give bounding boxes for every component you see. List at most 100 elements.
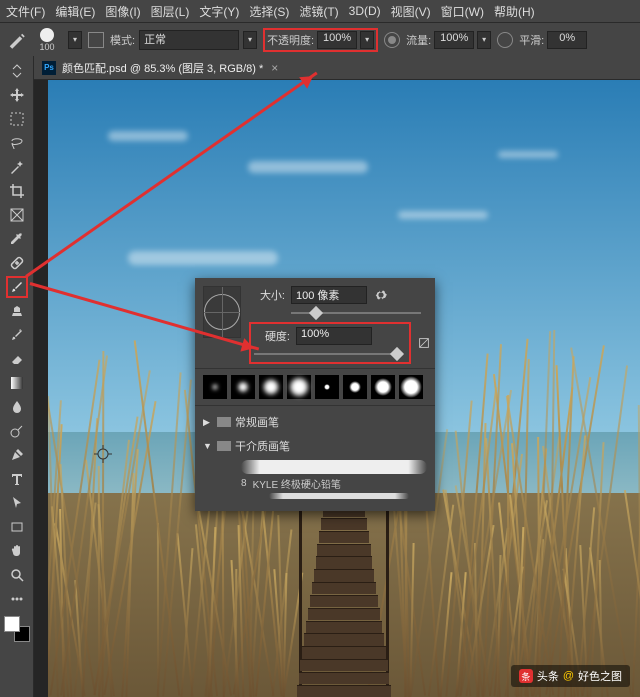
- flow-dropdown[interactable]: ▾: [477, 31, 491, 49]
- gear-icon[interactable]: [373, 287, 389, 303]
- menu-edit[interactable]: 编辑(E): [55, 3, 95, 20]
- watermark: 条 头条 @ 好色之图: [511, 665, 630, 687]
- preset-thumb[interactable]: [287, 375, 311, 399]
- flow-input[interactable]: 100%: [434, 31, 474, 49]
- preset-thumb[interactable]: [399, 375, 423, 399]
- menu-window[interactable]: 窗口(W): [441, 3, 484, 20]
- tool-doublearrow-icon[interactable]: [6, 60, 28, 82]
- brush-preset-picker[interactable]: 100: [32, 25, 62, 55]
- brush-hardness-slider[interactable]: [254, 349, 404, 359]
- chevron-right-icon: ▶: [203, 417, 213, 428]
- brush-settings-icon[interactable]: [88, 32, 104, 48]
- tool-marquee[interactable]: [6, 108, 28, 130]
- tool-history-brush[interactable]: [6, 324, 28, 346]
- folder-dry-media[interactable]: ▼ 干介质画笔: [203, 434, 427, 458]
- tool-rectangle[interactable]: [6, 516, 28, 538]
- tool-brush[interactable]: [6, 276, 28, 298]
- smoothing-label: 平滑:: [519, 32, 544, 48]
- close-tab-button[interactable]: ×: [271, 61, 278, 75]
- watermark-prefix: 头条: [537, 668, 559, 684]
- opacity-dropdown[interactable]: ▾: [360, 31, 374, 49]
- menu-type[interactable]: 文字(Y): [199, 3, 239, 20]
- vertical-toolbar: [0, 56, 34, 697]
- preset-thumb[interactable]: [231, 375, 255, 399]
- brush-size-label: 大小:: [249, 287, 285, 303]
- ps-badge-icon: Ps: [42, 61, 56, 75]
- preset-thumb[interactable]: [371, 375, 395, 399]
- tool-edit-toolbar[interactable]: [6, 588, 28, 610]
- opacity-pressure-toggle[interactable]: [384, 32, 400, 48]
- folder-icon: [217, 441, 231, 451]
- menu-bar: 文件(F) 编辑(E) 图像(I) 图层(L) 文字(Y) 选择(S) 滤镜(T…: [0, 0, 640, 22]
- brush-dropdown-button[interactable]: ▾: [68, 31, 82, 49]
- tool-blur[interactable]: [6, 396, 28, 418]
- menu-view[interactable]: 视图(V): [391, 3, 431, 20]
- foreground-color-swatch[interactable]: [4, 616, 20, 632]
- brush-tip-preview[interactable]: [203, 286, 241, 338]
- brush-preset-name: KYLE 终极硬心铅笔: [253, 476, 341, 491]
- brush-preview-icon: [40, 28, 54, 42]
- folder-label: 干介质画笔: [235, 438, 290, 454]
- opacity-input[interactable]: 100%: [317, 31, 357, 49]
- menu-layer[interactable]: 图层(L): [151, 3, 190, 20]
- menu-help[interactable]: 帮助(H): [494, 3, 535, 20]
- preset-thumb[interactable]: [259, 375, 283, 399]
- tool-type[interactable]: [6, 468, 28, 490]
- tool-move[interactable]: [6, 84, 28, 106]
- folder-icon: [217, 417, 231, 427]
- watermark-at: @: [563, 670, 574, 682]
- opacity-control-highlighted: 不透明度: 100% ▾: [263, 28, 378, 52]
- blend-mode-select[interactable]: 正常: [139, 30, 239, 50]
- tool-eraser[interactable]: [6, 348, 28, 370]
- hardness-control-highlighted: 硬度: 100%: [249, 322, 411, 364]
- airbrush-toggle[interactable]: [497, 32, 513, 48]
- watermark-icon: 条: [519, 669, 533, 683]
- document-tab[interactable]: Ps 颜色匹配.psd @ 85.3% (图层 3, RGB/8) * ×: [34, 56, 640, 80]
- flow-label: 流量:: [406, 32, 431, 48]
- brush-stroke-preview[interactable]: [241, 460, 427, 474]
- menu-3d[interactable]: 3D(D): [349, 4, 381, 18]
- new-preset-icon[interactable]: [417, 336, 431, 350]
- brush-stroke-preview[interactable]: [269, 493, 409, 499]
- brush-size-readout: 100: [39, 42, 54, 52]
- tool-dodge[interactable]: [6, 420, 28, 442]
- menu-image[interactable]: 图像(I): [105, 3, 140, 20]
- blend-mode-label: 模式:: [110, 32, 135, 48]
- folder-general-brushes[interactable]: ▶ 常规画笔: [203, 410, 427, 434]
- brush-preset-size: 8: [241, 478, 247, 489]
- preset-thumb[interactable]: [315, 375, 339, 399]
- tool-path-select[interactable]: [6, 492, 28, 514]
- color-swatches[interactable]: [4, 616, 30, 642]
- tool-lasso[interactable]: [6, 132, 28, 154]
- tool-healing[interactable]: [6, 252, 28, 274]
- brush-preset-thumbnails: [195, 368, 435, 406]
- brush-size-slider[interactable]: [291, 308, 431, 318]
- opacity-label: 不透明度:: [267, 32, 314, 48]
- tool-crop[interactable]: [6, 180, 28, 202]
- preset-thumb[interactable]: [203, 375, 227, 399]
- brush-cursor-icon: [94, 445, 112, 463]
- folder-label: 常规画笔: [235, 414, 279, 430]
- menu-filter[interactable]: 滤镜(T): [299, 3, 338, 20]
- tool-gradient[interactable]: [6, 372, 28, 394]
- options-bar: 100 ▾ 模式: 正常 ▾ 不透明度: 100% ▾ 流量: 100% ▾ 平…: [0, 22, 640, 56]
- blend-mode-dropdown[interactable]: ▾: [243, 31, 257, 49]
- preset-thumb[interactable]: [343, 375, 367, 399]
- watermark-name: 好色之图: [578, 668, 622, 684]
- brush-size-input[interactable]: 100 像素: [291, 286, 367, 304]
- brush-hardness-input[interactable]: 100%: [296, 327, 372, 345]
- tool-magic-wand[interactable]: [6, 156, 28, 178]
- tool-clone-stamp[interactable]: [6, 300, 28, 322]
- menu-file[interactable]: 文件(F): [6, 3, 45, 20]
- brush-preset-panel: 大小: 100 像素 硬度: 100%: [195, 278, 435, 511]
- tool-preset-picker[interactable]: [6, 30, 26, 50]
- tool-zoom[interactable]: [6, 564, 28, 586]
- document-title: 颜色匹配.psd @ 85.3% (图层 3, RGB/8) *: [62, 60, 263, 76]
- menu-select[interactable]: 选择(S): [249, 3, 289, 20]
- smoothing-input[interactable]: 0%: [547, 31, 587, 49]
- chevron-down-icon: ▼: [203, 441, 213, 451]
- tool-frame[interactable]: [6, 204, 28, 226]
- tool-hand[interactable]: [6, 540, 28, 562]
- tool-eyedropper[interactable]: [6, 228, 28, 250]
- tool-pen[interactable]: [6, 444, 28, 466]
